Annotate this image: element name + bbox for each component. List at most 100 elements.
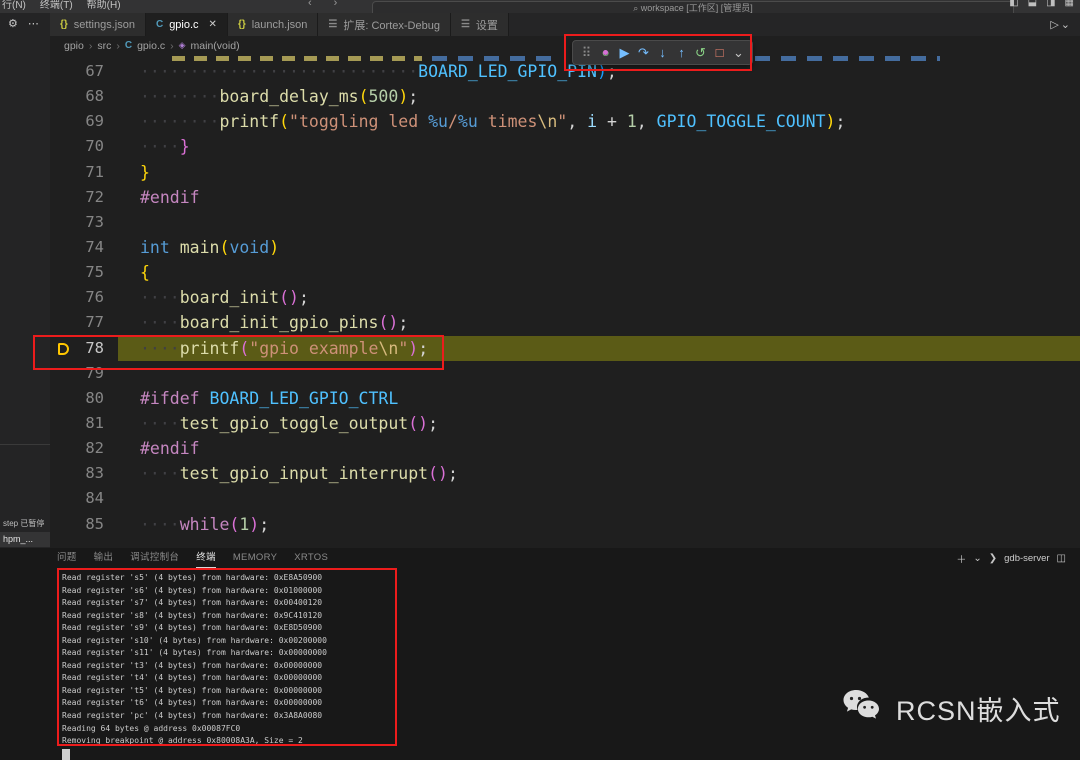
- tab-设置[interactable]: ☰设置: [451, 13, 509, 36]
- gutter[interactable]: 75: [50, 260, 122, 285]
- gutter[interactable]: 69: [50, 109, 122, 134]
- line-number[interactable]: 72: [72, 185, 104, 210]
- callstack-item-paused[interactable]: step 已暂停: [0, 517, 53, 531]
- reset-device-icon[interactable]: ○: [598, 42, 613, 63]
- line-number[interactable]: 82: [72, 436, 104, 461]
- breadcrumb-folder[interactable]: gpio: [64, 40, 84, 52]
- line-number[interactable]: 84: [72, 486, 104, 511]
- gutter[interactable]: 68: [50, 84, 122, 109]
- line-number[interactable]: 73: [72, 210, 104, 235]
- chevron-down-icon[interactable]: ⌄: [731, 42, 746, 63]
- breakpoint-margin[interactable]: [50, 285, 72, 310]
- gutter[interactable]: 77: [50, 310, 122, 335]
- panel-tab-XRTOS[interactable]: XRTOS: [294, 549, 328, 568]
- breakpoint-margin[interactable]: [50, 235, 72, 260]
- line-number[interactable]: 69: [72, 109, 104, 134]
- breakpoint-margin[interactable]: [50, 160, 72, 185]
- gutter[interactable]: 78: [50, 336, 122, 361]
- breakpoint-margin[interactable]: [50, 260, 72, 285]
- line-number[interactable]: 80: [72, 386, 104, 411]
- breakpoint-margin[interactable]: [50, 185, 72, 210]
- gutter[interactable]: 70: [50, 134, 122, 159]
- panel-tab-终端[interactable]: 终端: [196, 549, 216, 568]
- close-icon[interactable]: ✕: [209, 19, 217, 30]
- terminal-name[interactable]: gdb-server: [1004, 553, 1049, 564]
- stop-icon[interactable]: □: [712, 42, 727, 63]
- gutter[interactable]: 67: [50, 59, 122, 84]
- line-number[interactable]: 81: [72, 411, 104, 436]
- gear-icon[interactable]: ⚙: [8, 17, 18, 30]
- gutter[interactable]: 84: [50, 486, 122, 511]
- gutter[interactable]: 76: [50, 285, 122, 310]
- line-number[interactable]: 77: [72, 310, 104, 335]
- line-number[interactable]: 70: [72, 134, 104, 159]
- tab-settings.json[interactable]: {}settings.json: [50, 13, 146, 36]
- panel-tab-问题[interactable]: 问题: [57, 549, 77, 568]
- breadcrumb-symbol[interactable]: main(void): [191, 40, 240, 52]
- step-over-icon[interactable]: ↷: [636, 42, 651, 63]
- breakpoint-margin[interactable]: [50, 210, 72, 235]
- panel-tab-调试控制台[interactable]: 调试控制台: [130, 549, 179, 568]
- line-number[interactable]: 71: [72, 160, 104, 185]
- line-number[interactable]: 83: [72, 461, 104, 486]
- customize-layout-icon[interactable]: ▦: [1065, 0, 1074, 8]
- gutter[interactable]: 73: [50, 210, 122, 235]
- back-icon[interactable]: ‹: [308, 0, 312, 9]
- line-number[interactable]: 68: [72, 84, 104, 109]
- panel-tab-MEMORY[interactable]: MEMORY: [233, 549, 277, 568]
- menu-item-terminal[interactable]: 终端(T): [40, 0, 73, 11]
- toggle-primary-sidebar-icon[interactable]: ◧: [1009, 0, 1018, 8]
- gutter[interactable]: 82: [50, 436, 122, 461]
- line-number[interactable]: 79: [72, 361, 104, 386]
- tab-扩展: Cortex-Debug[interactable]: ☰扩展: Cortex-Debug: [318, 13, 451, 36]
- drag-handle-icon[interactable]: ⠿: [579, 42, 594, 63]
- command-center[interactable]: ⌕ workspace [工作区] [管理员]: [372, 1, 1014, 13]
- line-number[interactable]: 67: [72, 59, 104, 84]
- tab-launch.json[interactable]: {}launch.json: [228, 13, 318, 36]
- forward-icon[interactable]: ›: [334, 0, 338, 9]
- gutter[interactable]: 74: [50, 235, 122, 260]
- continue-icon[interactable]: ▶: [617, 42, 632, 63]
- callstack-item-frame[interactable]: hpm_...: [0, 532, 53, 547]
- run-or-debug-icon[interactable]: ▷: [1050, 18, 1058, 31]
- step-into-icon[interactable]: ↓: [655, 42, 670, 63]
- gutter[interactable]: 72: [50, 185, 122, 210]
- breakpoint-margin[interactable]: [50, 84, 72, 109]
- tab-gpio.c[interactable]: Cgpio.c✕: [146, 13, 228, 36]
- gutter[interactable]: 81: [50, 411, 122, 436]
- gutter[interactable]: 85: [50, 512, 122, 537]
- menu-item-help[interactable]: 帮助(H): [87, 0, 121, 11]
- step-out-icon[interactable]: ↑: [674, 42, 689, 63]
- breakpoint-margin[interactable]: [50, 386, 72, 411]
- breakpoint-margin[interactable]: [50, 512, 72, 537]
- breadcrumb-file[interactable]: gpio.c: [137, 40, 165, 52]
- gutter[interactable]: 83: [50, 461, 122, 486]
- breakpoint-margin[interactable]: [50, 361, 72, 386]
- toggle-secondary-sidebar-icon[interactable]: ◨: [1046, 0, 1055, 8]
- gutter[interactable]: 71: [50, 160, 122, 185]
- breakpoint-margin[interactable]: [50, 436, 72, 461]
- panel-tab-输出[interactable]: 输出: [94, 549, 114, 568]
- breadcrumb-folder[interactable]: src: [97, 40, 111, 52]
- code-editor[interactable]: 67····························BOARD_LED_…: [50, 55, 1080, 548]
- breakpoint-margin[interactable]: [50, 461, 72, 486]
- line-number[interactable]: 78: [72, 336, 104, 361]
- more-icon[interactable]: ⋯: [28, 17, 39, 30]
- chevron-down-icon[interactable]: ⌄: [973, 553, 981, 564]
- gutter[interactable]: 79: [50, 361, 122, 386]
- breakpoint-margin[interactable]: [50, 134, 72, 159]
- breakpoint-margin[interactable]: [50, 109, 72, 134]
- line-number[interactable]: 75: [72, 260, 104, 285]
- new-terminal-icon[interactable]: ＋: [956, 551, 966, 566]
- toggle-panel-icon[interactable]: ⬓: [1028, 0, 1037, 8]
- breakpoint-margin[interactable]: [50, 411, 72, 436]
- menu-item-run[interactable]: 行(N): [2, 0, 26, 11]
- breakpoint-margin[interactable]: [50, 310, 72, 335]
- line-number[interactable]: 85: [72, 512, 104, 537]
- breakpoint-margin[interactable]: [50, 59, 72, 84]
- line-number[interactable]: 74: [72, 235, 104, 260]
- breakpoint-margin[interactable]: [50, 486, 72, 511]
- split-terminal-icon[interactable]: ◫: [1057, 553, 1066, 564]
- gutter[interactable]: 80: [50, 386, 122, 411]
- chevron-down-icon[interactable]: ⌄: [1061, 18, 1070, 31]
